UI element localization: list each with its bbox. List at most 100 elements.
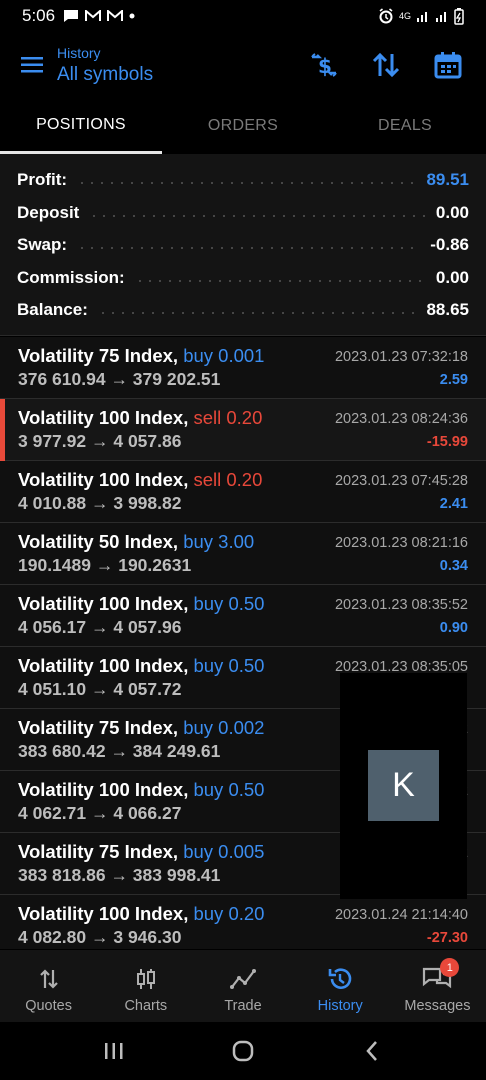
- battery-icon: [454, 7, 464, 25]
- trade-icon: [230, 969, 256, 989]
- deal-side: buy 0.50: [193, 655, 265, 676]
- signal-icon: [417, 12, 427, 22]
- system-navigation: [0, 1022, 486, 1080]
- nav-label: Messages: [404, 998, 471, 1014]
- deal-symbol: Volatility 100 Index,: [18, 903, 189, 924]
- summary-label: Commission:: [17, 267, 125, 287]
- status-right: 4G: [378, 7, 464, 25]
- back-icon: [365, 1041, 377, 1061]
- nav-quotes[interactable]: Quotes: [0, 950, 97, 1022]
- nav-charts[interactable]: Charts: [97, 950, 194, 1022]
- history-icon: [328, 968, 352, 989]
- sort-button[interactable]: [362, 41, 410, 89]
- deal-profit: 0.90: [439, 620, 468, 636]
- deal-symbol: Volatility 75 Index,: [18, 345, 179, 366]
- deal-symbol: Volatility 75 Index,: [18, 841, 179, 862]
- summary-label: Balance:: [17, 300, 88, 320]
- back-button[interactable]: [342, 1031, 402, 1071]
- deal-side: buy 3.00: [183, 531, 255, 552]
- signal-icon: [436, 12, 446, 22]
- deal-profit: 2.59: [439, 372, 468, 388]
- avatar[interactable]: K: [368, 750, 439, 821]
- summary-label: Swap:: [17, 235, 68, 255]
- menu-icon: [21, 57, 43, 73]
- recent-apps-icon: [105, 1043, 123, 1059]
- summary-label: Profit:: [17, 170, 68, 190]
- selection-marker: [0, 399, 5, 461]
- deal-symbol: Volatility 100 Index,: [18, 779, 189, 800]
- deal-prices: 383 680.42 → 384 249.61: [18, 741, 221, 761]
- calendar-icon: [434, 52, 462, 79]
- deal-time: 2023.01.23 08:21:16: [334, 535, 468, 551]
- status-time: 5:06: [22, 6, 56, 25]
- deal-side: buy 0.001: [183, 345, 265, 366]
- notification-badge: 1: [440, 958, 460, 977]
- deal-profit: 0.34: [439, 558, 468, 574]
- deal-side: buy 0.50: [193, 779, 265, 800]
- summary-value: 0.00: [435, 202, 469, 222]
- list-item[interactable]: Volatility 100 Index, sell 0.20 3 977.92…: [0, 399, 486, 461]
- menu-button[interactable]: [5, 37, 61, 93]
- summary-value: 0.00: [435, 267, 469, 287]
- dot-icon: [129, 13, 135, 19]
- deal-time: 2023.01.23 07:32:18: [334, 349, 468, 365]
- tab-orders[interactable]: ORDERS: [162, 98, 324, 154]
- recent-apps-button[interactable]: [84, 1031, 144, 1071]
- dollar-swap-button[interactable]: $: [300, 41, 348, 89]
- deal-side: sell 0.20: [193, 469, 263, 490]
- title-block[interactable]: History All symbols: [57, 45, 153, 86]
- summary-row-profit: Profit: 89.51: [17, 164, 469, 197]
- nav-messages[interactable]: Messages 1: [389, 950, 486, 1022]
- summary-value: 88.65: [426, 300, 469, 320]
- nav-trade[interactable]: Trade: [194, 950, 291, 1022]
- deal-prices: 4 010.88 → 3 998.82: [18, 493, 182, 513]
- deal-side: buy 0.002: [183, 717, 265, 738]
- dollar-swap-icon: $: [311, 53, 337, 78]
- deal-profit: -15.99: [426, 434, 468, 450]
- summary-label: Deposit: [17, 202, 80, 222]
- deal-symbol: Volatility 75 Index,: [18, 717, 179, 738]
- deal-time: 2023.01.23 08:24:36: [334, 411, 468, 427]
- list-item[interactable]: Volatility 75 Index, buy 0.001 376 610.9…: [0, 337, 486, 399]
- deal-symbol: Volatility 100 Index,: [18, 593, 189, 614]
- calendar-button[interactable]: [424, 41, 472, 89]
- nav-label: History: [317, 998, 363, 1014]
- dotted-leader: [77, 182, 417, 185]
- deal-prices: 383 818.86 → 383 998.41: [18, 865, 221, 885]
- dotted-leader: [97, 312, 417, 315]
- deal-side: sell 0.20: [193, 407, 263, 428]
- network-type: 4G: [398, 10, 411, 21]
- quotes-icon: [39, 969, 58, 989]
- account-summary: Profit: 89.51 Deposit 0.00 Swap: -0.86 C…: [0, 154, 486, 336]
- tab-positions[interactable]: POSITIONS: [0, 98, 162, 154]
- list-item[interactable]: Volatility 100 Index, buy 0.20 4 082.80 …: [0, 895, 486, 949]
- deal-side: buy 0.50: [193, 593, 265, 614]
- home-button[interactable]: [213, 1031, 273, 1071]
- charts-icon: [136, 969, 155, 989]
- summary-row-commission: Commission: 0.00: [17, 262, 469, 295]
- status-bar: 5:06 4G: [0, 0, 486, 32]
- summary-row-swap: Swap: -0.86: [17, 229, 469, 262]
- page-title: All symbols: [57, 63, 154, 85]
- nav-history[interactable]: History: [292, 950, 389, 1022]
- deal-prices: 4 051.10 → 4 057.72: [18, 679, 182, 699]
- nav-label: Quotes: [25, 998, 72, 1014]
- deal-time: 2023.01.23 07:45:28: [334, 473, 468, 489]
- home-icon: [232, 1040, 254, 1062]
- list-item[interactable]: Volatility 100 Index, sell 0.20 4 010.88…: [0, 461, 486, 523]
- app-bar: History All symbols $: [0, 32, 486, 98]
- deal-prices: 376 610.94 → 379 202.51: [18, 369, 221, 389]
- floating-overlay[interactable]: K: [340, 673, 467, 899]
- alarm-icon: [379, 8, 393, 24]
- deal-time: 2023.01.23 08:35:52: [334, 597, 468, 613]
- list-item[interactable]: Volatility 100 Index, buy 0.50 4 056.17 …: [0, 585, 486, 647]
- tab-deals[interactable]: DEALS: [324, 98, 486, 154]
- deal-prices: 190.1489 → 190.2631: [18, 555, 192, 575]
- deal-prices: 4 062.71 → 4 066.27: [18, 803, 182, 823]
- list-item[interactable]: Volatility 50 Index, buy 3.00 190.1489 →…: [0, 523, 486, 585]
- summary-value: 89.51: [426, 170, 469, 190]
- message-icon: [64, 10, 79, 22]
- gmail-icon: [85, 10, 102, 21]
- toolbar-actions: $: [300, 41, 472, 89]
- deal-prices: 4 082.80 → 3 946.30: [18, 927, 182, 947]
